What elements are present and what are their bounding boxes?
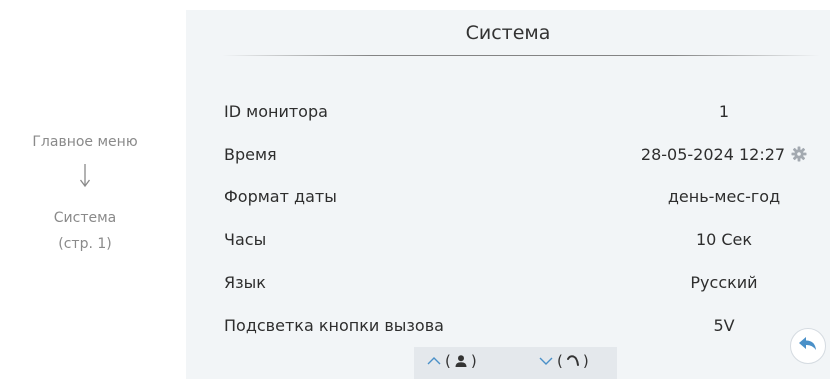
navigation-bar: ( ) ( ) <box>414 347 617 379</box>
gear-icon[interactable] <box>791 146 807 166</box>
row-label: Время <box>224 145 277 164</box>
chevron-down-icon <box>538 355 554 367</box>
row-language[interactable]: Язык Русский <box>224 273 830 297</box>
row-label: Подсветка кнопки вызова <box>224 316 444 335</box>
row-value: 1 <box>718 102 730 121</box>
back-arrow-icon <box>797 335 819 357</box>
row-call-button-backlight[interactable]: Подсветка кнопки вызова 5V <box>224 316 830 340</box>
row-value: 10 Сек <box>695 230 753 249</box>
nav-paren-close: ) <box>582 352 589 370</box>
chevron-up-icon <box>426 355 442 367</box>
row-time[interactable]: Время 28-05-2024 12:27 <box>224 145 830 169</box>
row-date-format[interactable]: Формат даты день-мес-год <box>224 187 830 211</box>
row-value: 5V <box>713 316 735 335</box>
caption-main-menu: Главное меню <box>32 134 138 150</box>
handset-icon <box>566 354 580 368</box>
nav-paren-open: ( <box>445 352 451 370</box>
nav-paren-close: ) <box>470 352 477 370</box>
row-value: 28-05-2024 12:27 <box>640 145 786 164</box>
row-value: день-мес-год <box>667 187 781 206</box>
caption-page: (стр. 1) <box>58 236 112 252</box>
nav-down-button[interactable]: ( ) <box>538 352 589 370</box>
nav-paren-open: ( <box>557 352 563 370</box>
row-clock[interactable]: Часы 10 Сек <box>224 230 830 254</box>
caption-system: Система <box>53 210 117 226</box>
page-title: Система <box>465 22 551 44</box>
row-label: Часы <box>224 230 267 249</box>
nav-up-button[interactable]: ( ) <box>426 352 477 370</box>
row-label: Формат даты <box>224 187 337 206</box>
row-monitor-id[interactable]: ID монитора 1 <box>224 102 830 126</box>
row-value-wrap: 28-05-2024 12:27 <box>584 145 830 166</box>
title-divider <box>222 55 820 56</box>
system-screen: Система ID монитора 1 Время 28-05-2024 1… <box>186 10 830 379</box>
row-label: Язык <box>224 273 266 292</box>
row-value: Русский <box>690 273 758 292</box>
arrow-down-icon <box>79 164 91 188</box>
back-button[interactable] <box>790 328 826 364</box>
row-label: ID монитора <box>224 102 328 121</box>
user-icon <box>454 354 468 368</box>
